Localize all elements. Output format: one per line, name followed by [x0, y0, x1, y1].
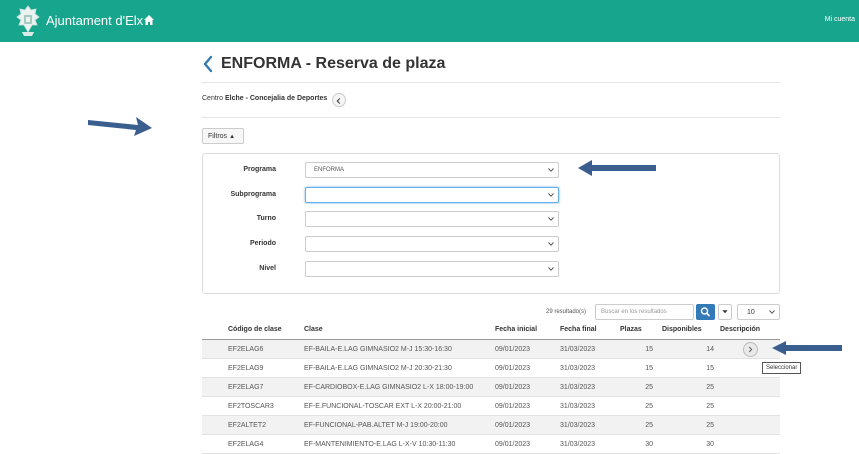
cell-fecha-inicial: 09/01/2023: [495, 441, 531, 448]
table-row[interactable]: EF2ALTET2 EF-FUNCIONAL-PAB.ALTET M-J 19:…: [202, 416, 780, 435]
cell-disponibles: 15: [706, 365, 714, 372]
cell-fecha-final: 31/03/2023: [560, 384, 596, 391]
cell-plazas: 30: [645, 441, 653, 448]
cell-clase: EF-E.FUNCIONAL-TOSCAR EXT L-X 20:00-21:0…: [304, 403, 462, 410]
page-size-value: 10: [747, 309, 755, 316]
nivel-select[interactable]: [305, 261, 559, 277]
cell-clase: EF-CARDIOBOX-E.LAG GIMNASIO2 L-X 18:00-1…: [304, 384, 474, 391]
column-header-descripcion[interactable]: Descripción: [720, 326, 760, 333]
table-row[interactable]: EF2ELAG7 EF-CARDIOBOX-E.LAG GIMNASIO2 L-…: [202, 378, 780, 397]
caret-down-icon: [722, 310, 728, 314]
cell-fecha-final: 31/03/2023: [560, 346, 596, 353]
cell-disponibles: 14: [706, 346, 714, 353]
cell-plazas: 25: [645, 384, 653, 391]
column-header-disponibles[interactable]: Disponibles: [662, 326, 702, 333]
chevron-right-icon: [748, 346, 753, 353]
filter-label-turno: Turno: [256, 215, 276, 222]
select-class-button[interactable]: [743, 342, 758, 357]
cell-fecha-inicial: 09/01/2023: [495, 346, 531, 353]
table-row[interactable]: EF2ELAG6 EF-BAILA-E.LAG GIMNASIO2 M-J 15…: [202, 340, 780, 359]
chevron-down-icon: [548, 193, 554, 197]
select-tooltip: Seleccionar: [762, 362, 802, 374]
city-crest-logo[interactable]: [16, 5, 40, 37]
periodo-select[interactable]: [305, 236, 559, 252]
back-chevron-icon[interactable]: [202, 54, 214, 74]
centro-label: Centro Elche - Concejalia de Deportes: [202, 95, 327, 102]
search-icon: [700, 307, 710, 317]
programa-value: ENFORMA: [314, 167, 344, 173]
centro-divider: [202, 117, 780, 118]
column-header-plazas[interactable]: Plazas: [620, 326, 642, 333]
cell-fecha-final: 31/03/2023: [560, 422, 596, 429]
cell-clase: EF-BAILA-E.LAG GIMNASIO2 M-J 20:30-21:30: [304, 365, 452, 372]
page-size-select[interactable]: 10: [737, 304, 780, 320]
cell-codigo: EF2ELAG6: [228, 346, 264, 353]
column-header-fecha-inicial[interactable]: Fecha inicial: [495, 326, 537, 333]
filter-label-nivel: Nivel: [259, 265, 276, 272]
annotation-arrow-left-icon: [578, 160, 656, 176]
subprograma-select[interactable]: [305, 187, 559, 203]
table-row[interactable]: EF2ELAG4 EF-MANTENIMIENTO-E.LAG L-X-V 10…: [202, 435, 780, 454]
chevron-down-icon: [548, 168, 554, 172]
cell-fecha-final: 31/03/2023: [560, 403, 596, 410]
chevron-down-icon: [548, 217, 554, 221]
cell-codigo: EF2ALTET2: [228, 422, 266, 429]
filter-label-subprograma: Subprograma: [230, 191, 276, 198]
centro-prefix: Centro: [202, 95, 224, 102]
annotation-arrow-left-icon: [772, 341, 842, 355]
filters-toggle-label: Filtros: [208, 133, 228, 140]
cell-fecha-final: 31/03/2023: [560, 365, 596, 372]
cell-codigo: EF2ELAG4: [228, 441, 264, 448]
cell-codigo: EF2TOSCAR3: [228, 403, 274, 410]
cell-fecha-inicial: 09/01/2023: [495, 403, 531, 410]
results-search-input[interactable]: Buscar en los resultados: [595, 304, 694, 320]
filter-label-periodo: Periodo: [249, 240, 276, 247]
column-header-clase[interactable]: Clase: [304, 326, 323, 333]
cell-fecha-inicial: 09/01/2023: [495, 422, 531, 429]
turno-select[interactable]: [305, 211, 559, 227]
my-account-link[interactable]: Mi cuenta: [825, 16, 855, 23]
cell-plazas: 25: [645, 403, 653, 410]
cell-fecha-inicial: 09/01/2023: [495, 365, 531, 372]
cell-disponibles: 30: [706, 441, 714, 448]
chevron-left-icon: [336, 98, 341, 104]
cell-fecha-final: 31/03/2023: [560, 441, 596, 448]
top-navbar: Ajuntament d'Elx Mi cuenta: [0, 0, 859, 42]
search-button[interactable]: [696, 304, 715, 320]
cell-disponibles: 25: [706, 403, 714, 410]
centro-name: Elche - Concejalia de Deportes: [224, 95, 328, 102]
page-title: ENFORMA - Reserva de plaza: [221, 55, 446, 72]
annotation-arrow-right-icon: [88, 117, 152, 136]
results-count: 29 resultado(s): [546, 309, 587, 315]
filters-toggle-button[interactable]: Filtros ▲: [202, 128, 244, 144]
cell-clase: EF-FUNCIONAL-PAB.ALTET M-J 19:00-20:00: [304, 422, 448, 429]
cell-clase: EF-MANTENIMIENTO-E.LAG L-X-V 10:30-11:30: [304, 441, 456, 448]
cell-fecha-inicial: 09/01/2023: [495, 384, 531, 391]
centro-toggle-button[interactable]: [332, 93, 346, 107]
cell-plazas: 15: [645, 346, 653, 353]
cell-disponibles: 25: [706, 384, 714, 391]
results-search-placeholder: Buscar en los resultados: [601, 309, 667, 315]
title-divider: [202, 82, 780, 83]
app-title[interactable]: Ajuntament d'Elx: [46, 13, 143, 28]
home-icon[interactable]: [143, 14, 155, 26]
cell-disponibles: 25: [706, 422, 714, 429]
chevron-down-icon: [769, 310, 775, 314]
chevron-down-icon: [548, 267, 554, 271]
column-header-fecha-final[interactable]: Fecha final: [560, 326, 597, 333]
programa-select[interactable]: ENFORMA: [305, 162, 559, 178]
chevron-down-icon: [548, 242, 554, 246]
cell-codigo: EF2ELAG7: [228, 384, 264, 391]
caret-up-icon: ▲: [229, 134, 236, 140]
cell-clase: EF-BAILA-E.LAG GIMNASIO2 M-J 15:30-16:30: [304, 346, 452, 353]
cell-plazas: 25: [645, 422, 653, 429]
filter-label-programa: Programa: [243, 166, 276, 173]
search-options-dropdown[interactable]: [718, 304, 732, 320]
cell-codigo: EF2ELAG9: [228, 365, 264, 372]
column-header-codigo[interactable]: Código de clase: [228, 326, 282, 333]
table-row[interactable]: EF2TOSCAR3 EF-E.FUNCIONAL-TOSCAR EXT L-X…: [202, 397, 780, 416]
cell-plazas: 15: [645, 365, 653, 372]
table-row[interactable]: EF2ELAG9 EF-BAILA-E.LAG GIMNASIO2 M-J 20…: [202, 359, 780, 378]
